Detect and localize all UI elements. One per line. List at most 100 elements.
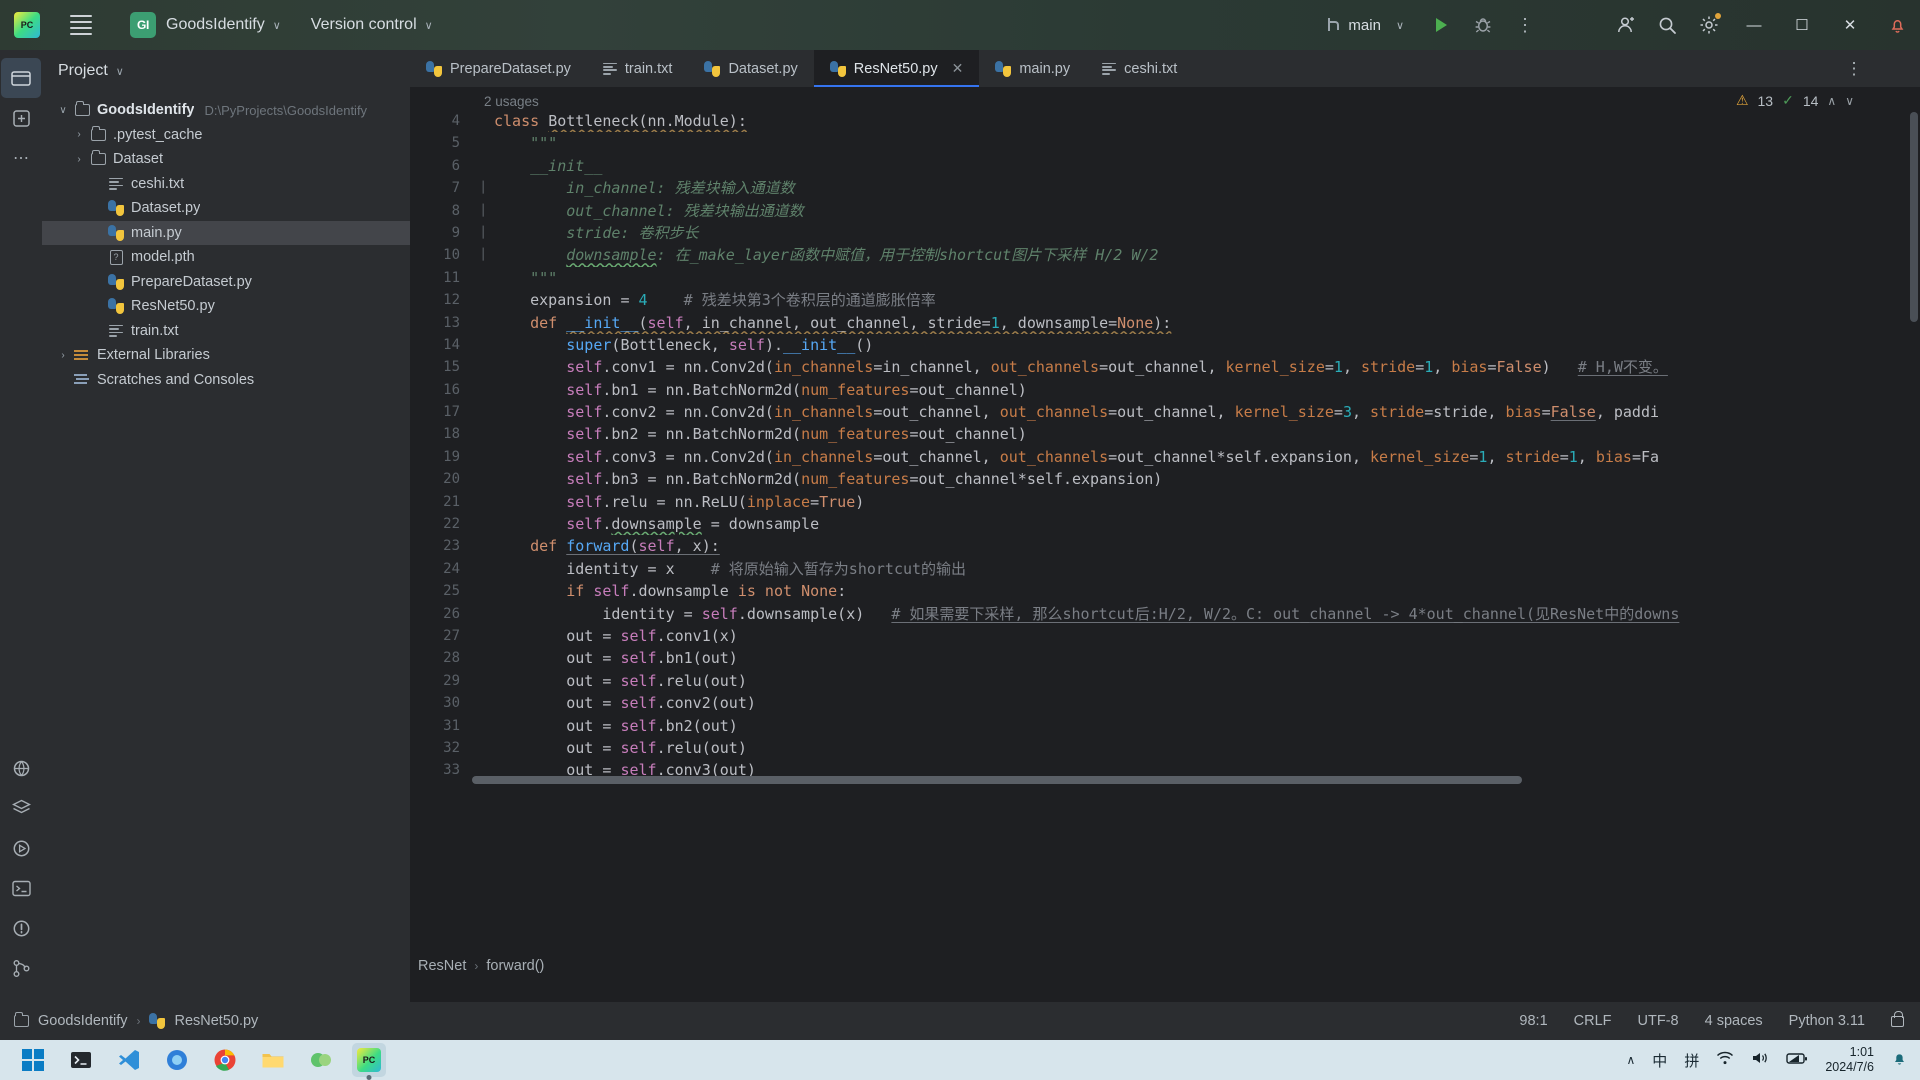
code-line[interactable]: 27 out = self.conv1(x) <box>410 625 1920 647</box>
line-number[interactable]: 18 <box>410 423 472 445</box>
tree-expand-arrow-icon[interactable]: ∨ <box>54 105 72 116</box>
account-icon[interactable] <box>1604 0 1646 50</box>
version-control-label[interactable]: Version control <box>311 16 417 34</box>
app-blue-icon[interactable] <box>160 1043 194 1077</box>
line-number[interactable]: 30 <box>410 692 472 714</box>
line-number[interactable]: 29 <box>410 670 472 692</box>
tree-item-model-pth[interactable]: ? model.pth <box>42 245 410 270</box>
run-tool-icon[interactable] <box>1 828 41 868</box>
vscode-icon[interactable] <box>112 1043 146 1077</box>
chevron-down-icon[interactable]: ∨ <box>273 19 281 32</box>
code-line[interactable]: 19 self.conv3 = nn.Conv2d(in_channels=ou… <box>410 446 1920 468</box>
tree-item-dataset[interactable]: › Dataset <box>42 147 410 172</box>
line-number[interactable]: 25 <box>410 580 472 602</box>
tree-expand-arrow-icon[interactable]: › <box>70 154 88 165</box>
code-line[interactable]: 14 super(Bottleneck, self).__init__() <box>410 334 1920 356</box>
code-line[interactable]: 21 self.relu = nn.ReLU(inplace=True) <box>410 491 1920 513</box>
editor-tab-train-txt[interactable]: train.txt <box>587 50 689 87</box>
line-number[interactable]: 32 <box>410 737 472 759</box>
horizontal-scrollbar[interactable] <box>472 776 1522 784</box>
line-number[interactable]: 27 <box>410 625 472 647</box>
code-line[interactable]: 32 out = self.relu(out) <box>410 737 1920 759</box>
line-number[interactable]: 9 <box>410 222 472 244</box>
line-number[interactable]: 8 <box>410 200 472 222</box>
file-encoding[interactable]: UTF-8 <box>1638 1013 1679 1029</box>
line-number[interactable]: 24 <box>410 558 472 580</box>
battery-icon[interactable] <box>1786 1051 1808 1069</box>
interpreter-selector[interactable]: Python 3.11 <box>1789 1013 1865 1029</box>
line-number[interactable]: 31 <box>410 715 472 737</box>
code-line[interactable]: 11 """ <box>410 267 1920 289</box>
line-number[interactable]: 28 <box>410 647 472 669</box>
line-number[interactable]: 5 <box>410 132 472 154</box>
close-button[interactable]: ✕ <box>1826 0 1874 50</box>
editor-tab-bar[interactable]: PrepareDataset.py train.txt Dataset.py ResN… <box>410 50 1920 88</box>
code-line[interactable]: 25 if self.downsample is not None: <box>410 580 1920 602</box>
bell-icon[interactable] <box>1891 1050 1908 1071</box>
windows-start-icon[interactable] <box>16 1043 50 1077</box>
fold-gutter[interactable]: │ <box>472 177 494 199</box>
notifications-bell-icon[interactable] <box>1874 0 1920 50</box>
line-number[interactable]: 17 <box>410 401 472 423</box>
usages-hint[interactable]: 2 usages <box>484 94 539 109</box>
inspection-widget[interactable]: ⚠ 13 ✓ 14 ∧ ∨ <box>1736 92 1854 109</box>
line-number[interactable]: 20 <box>410 468 472 490</box>
python-packages-icon[interactable] <box>1 748 41 788</box>
caret-position[interactable]: 98:1 <box>1519 1013 1547 1029</box>
line-number[interactable]: 4 <box>410 110 472 132</box>
taskbar-clock[interactable]: 1:01 2024/7/6 <box>1825 1045 1874 1075</box>
previous-problem-icon[interactable]: ∧ <box>1827 94 1836 108</box>
fold-gutter[interactable]: │ <box>472 244 494 266</box>
project-panel-header[interactable]: Project ∨ <box>42 50 410 92</box>
wifi-icon[interactable] <box>1716 1051 1734 1069</box>
search-icon[interactable] <box>1646 0 1688 50</box>
code-line[interactable]: 23 def forward(self, x): <box>410 535 1920 557</box>
settings-gear-icon[interactable] <box>1688 0 1730 50</box>
code-line[interactable]: 26 identity = self.downsample(x) # 如果需要下… <box>410 603 1920 625</box>
line-number[interactable]: 10 <box>410 244 472 266</box>
project-name-label[interactable]: GoodsIdentify <box>166 16 265 34</box>
code-line[interactable]: 22 self.downsample = downsample <box>410 513 1920 535</box>
code-line[interactable]: 5 """ <box>410 132 1920 154</box>
editor-tab-dataset-py[interactable]: Dataset.py <box>688 50 813 87</box>
code-line[interactable]: 6 __init__ <box>410 155 1920 177</box>
code-line[interactable]: 10 │ downsample: 在_make_layer函数中赋值，用于控制sh… <box>410 244 1920 266</box>
code-line[interactable]: 8 │ out_channel: 残差块输出通道数 <box>410 200 1920 222</box>
line-number[interactable]: 11 <box>410 267 472 289</box>
line-separator[interactable]: CRLF <box>1574 1013 1612 1029</box>
code-line[interactable]: 17 self.conv2 = nn.Conv2d(in_channels=ou… <box>410 401 1920 423</box>
project-tool-icon[interactable] <box>1 58 41 98</box>
code-editor[interactable]: 2 usages ⚠ 13 ✓ 14 ∧ ∨ 4 class Bottleneck… <box>410 88 1920 788</box>
line-number[interactable]: 23 <box>410 535 472 557</box>
editor-tab-preparedataset-py[interactable]: PrepareDataset.py <box>410 50 587 87</box>
run-button[interactable] <box>1420 0 1462 50</box>
terminal-tool-icon[interactable] <box>1 868 41 908</box>
file-explorer-icon[interactable] <box>256 1043 290 1077</box>
debug-button[interactable] <box>1462 0 1504 50</box>
line-number[interactable]: 21 <box>410 491 472 513</box>
green-app-icon[interactable] <box>304 1043 338 1077</box>
breadcrumb[interactable]: ResNet › forward() <box>410 952 1920 980</box>
code-line[interactable]: 31 out = self.bn2(out) <box>410 715 1920 737</box>
status-project-name[interactable]: GoodsIdentify <box>38 1013 127 1029</box>
terminal-icon[interactable] <box>64 1043 98 1077</box>
editor-tab-options-icon[interactable]: ⋮ <box>1840 50 1868 88</box>
run-configuration-selector[interactable]: main ∨ <box>1327 17 1404 34</box>
structure-tool-icon[interactable] <box>1 788 41 828</box>
breadcrumb-item[interactable]: forward() <box>486 958 544 974</box>
line-number[interactable]: 12 <box>410 289 472 311</box>
vertical-scrollbar[interactable] <box>1910 112 1918 322</box>
close-icon[interactable]: ✕ <box>952 60 964 77</box>
line-number[interactable]: 16 <box>410 379 472 401</box>
project-panel-chevron-down-icon[interactable]: ∨ <box>116 65 124 78</box>
editor-tab-ceshi-txt[interactable]: ceshi.txt <box>1086 50 1193 87</box>
code-line[interactable]: 28 out = self.bn1(out) <box>410 647 1920 669</box>
tree-item-preparedataset-py[interactable]: PrepareDataset.py <box>42 270 410 295</box>
code-line[interactable]: 29 out = self.relu(out) <box>410 670 1920 692</box>
line-number[interactable]: 26 <box>410 603 472 625</box>
pycharm-taskbar-icon[interactable]: PC <box>352 1043 386 1080</box>
line-number[interactable]: 15 <box>410 356 472 378</box>
minimize-button[interactable]: — <box>1730 0 1778 50</box>
pycharm-icon[interactable] <box>14 12 40 38</box>
tree-item-goodsidentify[interactable]: ∨ GoodsIdentify D:\PyProjects\GoodsIdentif… <box>42 98 410 123</box>
